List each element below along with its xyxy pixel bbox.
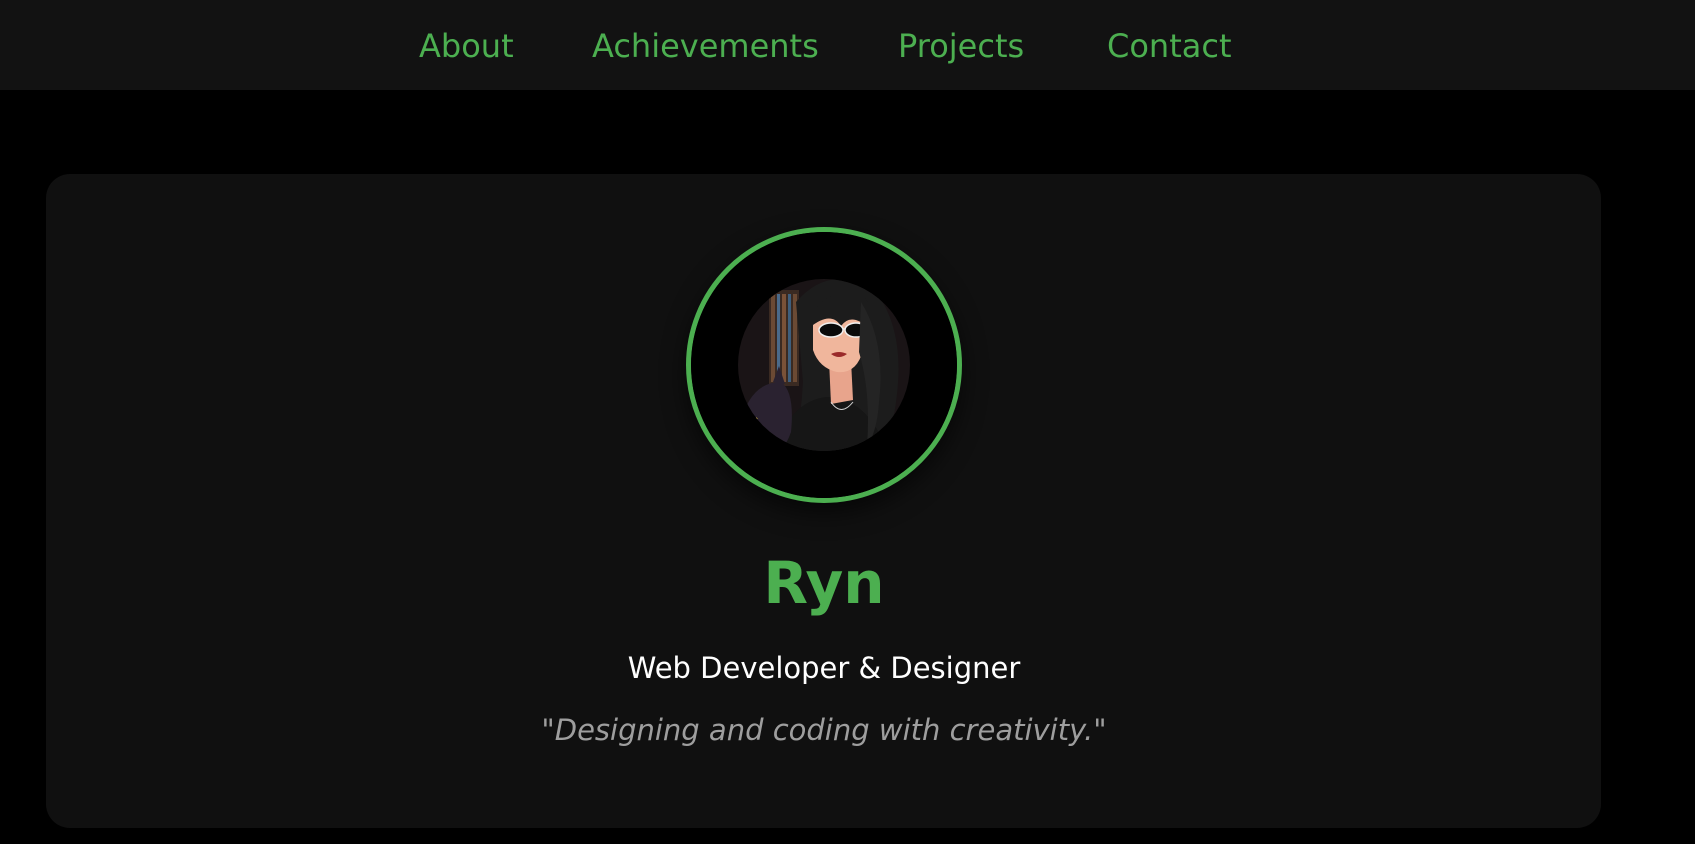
nav-link-achievements[interactable]: Achievements xyxy=(592,24,819,68)
nav-link-about[interactable]: About xyxy=(419,24,514,68)
profile-name: Ryn xyxy=(763,549,885,617)
avatar xyxy=(686,227,962,503)
nav-link-projects[interactable]: Projects xyxy=(898,24,1024,68)
nav-link-contact[interactable]: Contact xyxy=(1107,24,1232,68)
avatar-illustration xyxy=(691,232,957,498)
top-navigation: About Achievements Projects Contact xyxy=(0,0,1695,90)
profile-tagline: "Designing and coding with creativity." xyxy=(541,713,1107,747)
profile-role: Web Developer & Designer xyxy=(627,651,1021,685)
